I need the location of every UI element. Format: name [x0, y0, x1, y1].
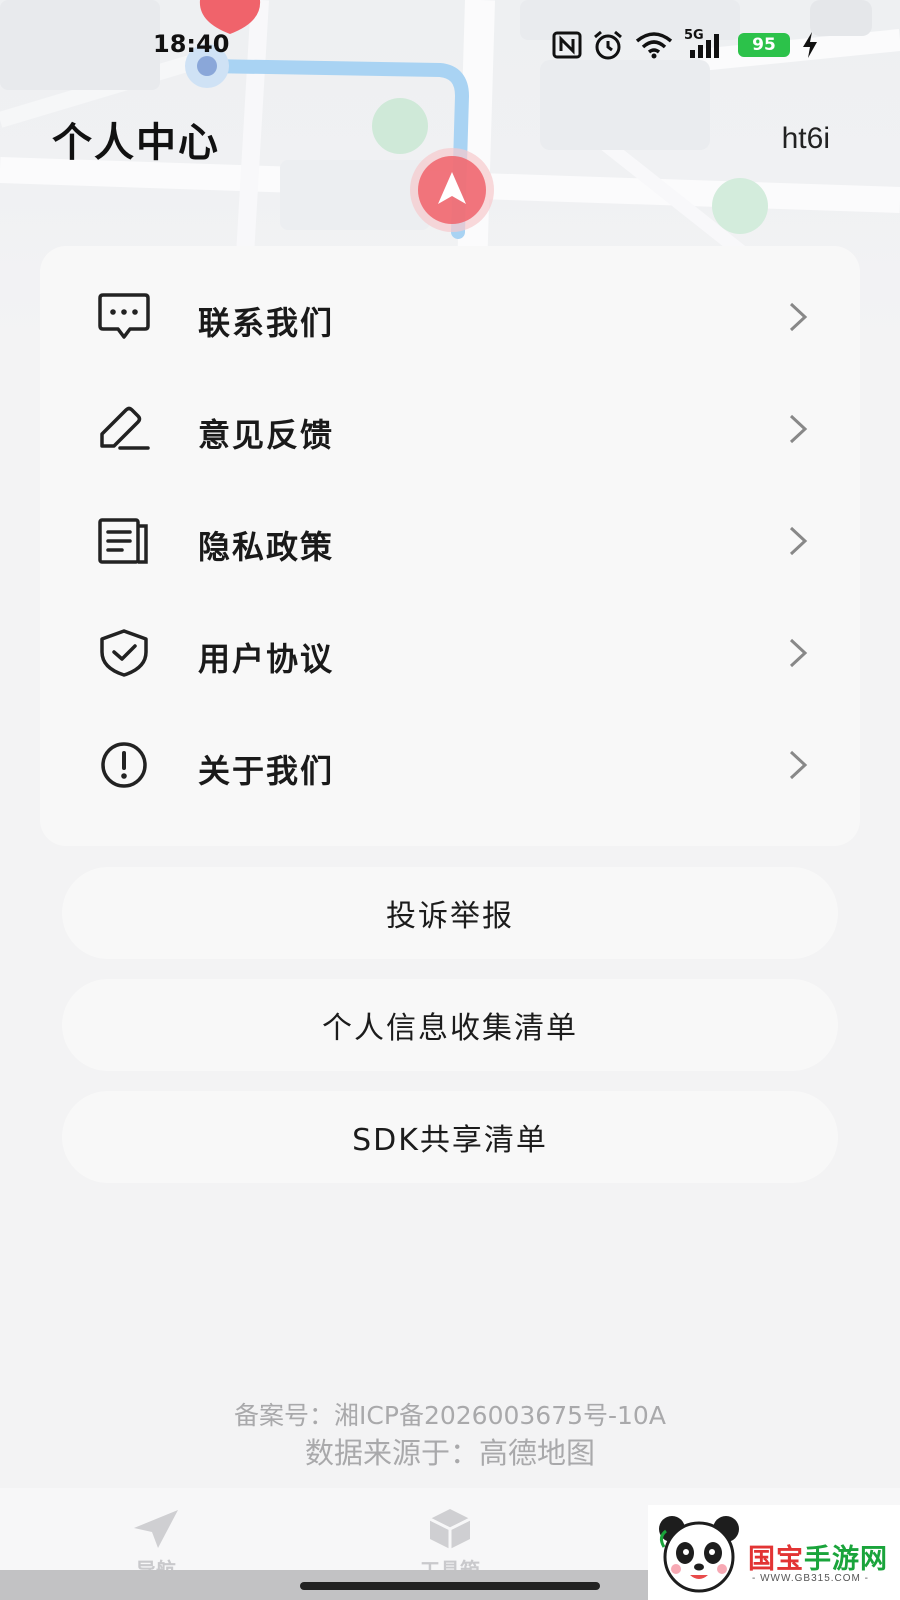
panda-logo-icon [659, 1516, 739, 1593]
signal-icon: 5G [684, 28, 728, 60]
username[interactable]: ht6i [782, 122, 830, 156]
chevron-right-icon [789, 302, 808, 332]
sdk-list-button[interactable]: SDK共享清单 [62, 1091, 838, 1183]
menu-item-feedback[interactable]: 意见反馈 [40, 374, 860, 486]
chevron-right-icon [789, 638, 808, 668]
charging-icon [803, 32, 817, 58]
menu-item-user-agreement[interactable]: 用户协议 [40, 598, 860, 710]
menu-item-privacy-policy[interactable]: 隐私政策 [40, 486, 860, 598]
menu-item-label: 隐私政策 [198, 528, 335, 566]
document-icon [98, 518, 148, 564]
watermark-url: - WWW.GB315.COM - [752, 1573, 869, 1584]
wifi-icon [635, 32, 673, 59]
battery-icon: 95 [738, 33, 790, 57]
menu-item-contact-us[interactable]: 联系我们 [40, 262, 860, 374]
menu-item-label: 意见反馈 [198, 416, 335, 454]
edit-pen-icon [100, 406, 150, 450]
info-exclamation-icon [101, 742, 147, 788]
watermark-name: 国宝手游网 [748, 1537, 888, 1576]
toolbox-cube-icon [429, 1509, 471, 1549]
menu-item-label: 联系我们 [198, 304, 335, 342]
menu-item-about-us[interactable]: 关于我们 [40, 710, 860, 822]
status-bar: 18:40 5G 95 [0, 26, 900, 66]
report-button[interactable]: 投诉举报 [62, 867, 838, 959]
alarm-icon [594, 30, 622, 60]
watermark-name-red: 国宝 [748, 1544, 804, 1575]
shield-check-icon [100, 629, 148, 677]
status-icons: 5G 95 [552, 28, 820, 62]
data-source: 数据来源于：高德地图 [304, 1436, 595, 1470]
chevron-right-icon [789, 750, 808, 780]
chevron-right-icon [789, 414, 808, 444]
nfc-icon [552, 31, 582, 59]
status-time: 18:40 [153, 30, 230, 58]
navigation-arrow-icon [134, 1510, 178, 1548]
home-indicator[interactable] [300, 1582, 600, 1590]
menu-card: 联系我们 意见反馈 隐私政策 用户协议 关于我们 [40, 246, 860, 846]
menu-item-label: 关于我们 [198, 752, 335, 790]
personal-info-list-button[interactable]: 个人信息收集清单 [62, 979, 838, 1071]
watermark: 国宝手游网 - WWW.GB315.COM - [648, 1505, 900, 1600]
watermark-name-green: 手游网 [804, 1544, 888, 1575]
chevron-right-icon [789, 526, 808, 556]
chat-bubble-icon [98, 293, 150, 339]
icp-record: 备案号：湘ICP备2026003675号-10A [234, 1401, 666, 1430]
menu-item-label: 用户协议 [198, 640, 335, 678]
page-title: 个人中心 [52, 120, 220, 166]
